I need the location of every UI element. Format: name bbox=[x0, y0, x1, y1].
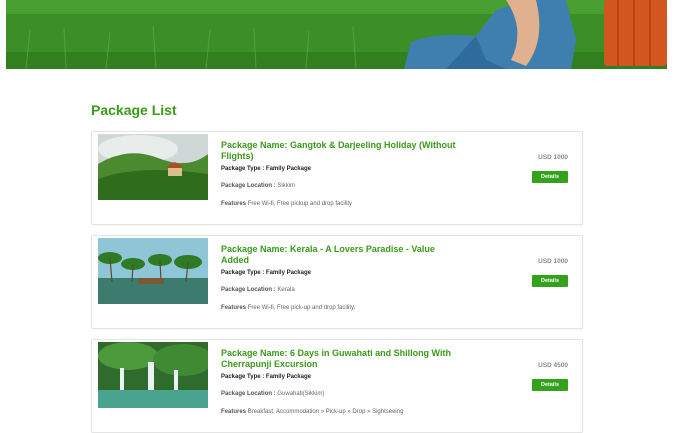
package-features: Features Breakfast, Accommodation » Pick… bbox=[221, 409, 404, 415]
package-price: USD 4500 bbox=[538, 362, 568, 369]
package-type: Package Type : Family Package bbox=[221, 374, 311, 380]
package-list-title: Package List bbox=[91, 102, 177, 118]
package-thumbnail[interactable] bbox=[98, 134, 208, 200]
package-location: Package Location : Kerala bbox=[221, 287, 295, 293]
details-button[interactable]: Details bbox=[532, 275, 568, 287]
details-button[interactable]: Details bbox=[532, 379, 568, 391]
package-name[interactable]: Package Name: Kerala - A Lovers Paradise… bbox=[221, 244, 461, 266]
package-type: Package Type : Family Package bbox=[221, 270, 311, 276]
package-name[interactable]: Package Name: 6 Days in Guwahati and Shi… bbox=[221, 348, 461, 370]
hero-image bbox=[6, 0, 667, 69]
package-features: Features Free Wi-fi, Free pickup and dro… bbox=[221, 201, 353, 207]
package-thumbnail[interactable] bbox=[98, 238, 208, 304]
package-features: Features Free Wi-fi, Free pick-up and dr… bbox=[221, 305, 356, 311]
package-location: Package Location : Guwahati(Sikkim) bbox=[221, 391, 325, 397]
page-margin bbox=[667, 0, 693, 426]
package-price: USD 1000 bbox=[538, 258, 568, 265]
package-name[interactable]: Package Name: Gangtok & Darjeeling Holid… bbox=[221, 140, 461, 162]
package-type: Package Type : Family Package bbox=[221, 166, 311, 172]
hero-banner bbox=[6, 0, 667, 69]
package-card: Package Name: 6 Days in Guwahati and Shi… bbox=[91, 339, 583, 433]
package-location: Package Location : Sikkim bbox=[221, 183, 296, 189]
package-card: Package Name: Kerala - A Lovers Paradise… bbox=[91, 235, 583, 329]
package-card: Package Name: Gangtok & Darjeeling Holid… bbox=[91, 131, 583, 225]
details-button[interactable]: Details bbox=[532, 171, 568, 183]
package-price: USD 1000 bbox=[538, 154, 568, 161]
package-thumbnail[interactable] bbox=[98, 342, 208, 408]
